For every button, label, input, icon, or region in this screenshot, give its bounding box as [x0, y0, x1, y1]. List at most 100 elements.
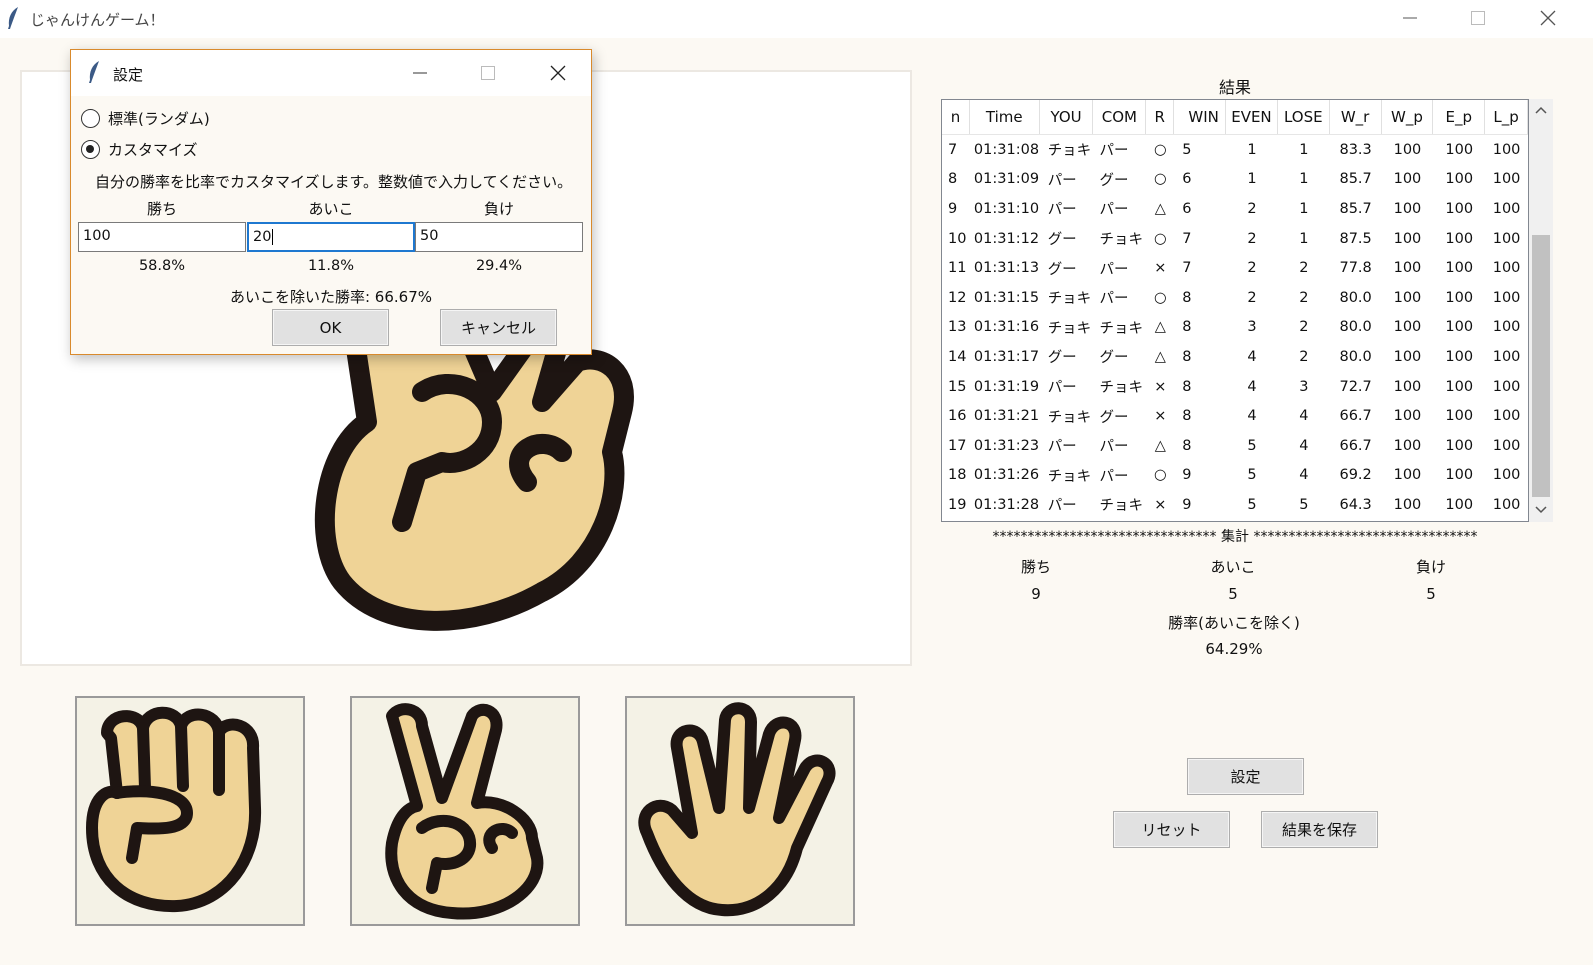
column-header[interactable]: COM	[1093, 100, 1147, 134]
table-row[interactable]: 12 01:31:15 チョキ パー ○ 8 2 2 80.0 100 100 100	[942, 283, 1528, 313]
table-cell: 100	[1492, 348, 1521, 365]
table-cell: グー	[1047, 261, 1077, 278]
table-cell: 100	[1445, 467, 1474, 484]
table-cell: 64.3	[1339, 496, 1372, 513]
even-ratio-input[interactable]: 20	[247, 222, 415, 252]
table-cell: 4	[1247, 378, 1257, 395]
results-header-row: n Time YOU COM R WIN EVEN LOSE W_r W_p E_p L_p	[942, 100, 1528, 135]
scroll-up-icon[interactable]	[1529, 101, 1553, 119]
table-row[interactable]: 16 01:31:21 チョキ グー × 8 4 4 66.7 100 100 100	[942, 401, 1528, 431]
table-cell: 1	[1247, 171, 1257, 188]
table-cell: パー	[1047, 380, 1077, 397]
win-ratio-input[interactable]: 100	[78, 222, 246, 252]
lose-ratio-input[interactable]: 50	[415, 222, 583, 252]
table-cell: チョキ	[1047, 291, 1092, 308]
cancel-button[interactable]: キャンセル	[440, 309, 557, 346]
table-cell: 83.3	[1339, 141, 1372, 158]
scroll-thumb[interactable]	[1532, 235, 1550, 497]
column-header[interactable]: E_p	[1433, 100, 1486, 134]
table-cell: 01:31:19	[973, 378, 1040, 395]
column-header[interactable]: W_r	[1330, 100, 1382, 134]
column-header[interactable]: YOU	[1040, 100, 1094, 134]
table-row[interactable]: 11 01:31:13 グー パー × 7 2 2 77.8 100 100 100	[942, 253, 1528, 283]
table-cell: 3	[1299, 378, 1309, 395]
settings-button[interactable]: 設定	[1187, 758, 1304, 795]
table-cell: 16	[948, 408, 967, 425]
table-cell: 66.7	[1339, 437, 1372, 454]
table-cell: 100	[1492, 467, 1521, 484]
scroll-down-icon[interactable]	[1529, 501, 1553, 519]
table-row[interactable]: 7 01:31:08 チョキ パー ○ 5 1 1 83.3 100 100 100	[942, 135, 1528, 165]
table-cell: 2	[1247, 260, 1257, 277]
table-cell: 8	[1182, 319, 1192, 336]
radio-custom[interactable]: カスタマイズ	[81, 139, 198, 160]
dialog-win-rate: あいこを除いた勝率: 66.67%	[229, 288, 433, 306]
column-header[interactable]: WIN	[1174, 100, 1227, 134]
rock-hand-icon	[86, 706, 262, 913]
summary-header: ******************************** 集計 ****…	[992, 529, 1478, 545]
paper-button[interactable]	[625, 696, 855, 926]
column-header[interactable]: EVEN	[1226, 100, 1278, 134]
dialog-close-button[interactable]	[535, 56, 581, 90]
radio-custom-circle[interactable]	[81, 140, 100, 159]
table-cell: 12	[948, 289, 967, 306]
table-cell: 8	[1182, 437, 1192, 454]
table-row[interactable]: 8 01:31:09 パー グー ○ 6 1 1 85.7 100 100 100	[942, 165, 1528, 195]
results-scrollbar[interactable]	[1529, 99, 1553, 522]
table-cell: △	[1154, 200, 1166, 217]
dialog-title-bar: 設定	[71, 50, 591, 96]
table-cell: 100	[1393, 230, 1422, 247]
table-row[interactable]: 18 01:31:26 チョキ パー ○ 9 5 4 69.2 100 100 100	[942, 461, 1528, 491]
rock-button[interactable]	[75, 696, 305, 926]
results-title: 結果	[1218, 78, 1251, 97]
close-button[interactable]	[1518, 0, 1578, 36]
maximize-button[interactable]	[1448, 0, 1508, 36]
table-cell: 01:31:08	[973, 141, 1040, 158]
column-header[interactable]: W_p	[1382, 100, 1434, 134]
radio-standard-circle[interactable]	[81, 109, 100, 128]
table-row[interactable]: 14 01:31:17 グー グー △ 8 4 2 80.0 100 100 100	[942, 342, 1528, 372]
table-cell: 100	[1492, 319, 1521, 336]
column-header[interactable]: L_p	[1485, 100, 1528, 134]
column-header[interactable]: LOSE	[1278, 100, 1330, 134]
column-header[interactable]: n	[942, 100, 970, 134]
table-cell: 100	[1445, 230, 1474, 247]
table-cell: 1	[1247, 141, 1257, 158]
ok-button[interactable]: OK	[272, 309, 389, 346]
minimize-button[interactable]	[1380, 0, 1440, 36]
table-cell: パー	[1047, 172, 1077, 189]
table-cell: 4	[1299, 437, 1309, 454]
table-cell: 77.8	[1339, 260, 1372, 277]
table-row[interactable]: 13 01:31:16 チョキ チョキ △ 8 3 2 80.0 100 100 100	[942, 313, 1528, 343]
table-row[interactable]: 19 01:31:28 パー チョキ × 9 5 5 64.3 100 100 100	[942, 490, 1528, 520]
summary-rate-label: 勝率(あいこを除く)	[1168, 614, 1300, 632]
table-cell: 1	[1299, 171, 1309, 188]
save-results-button[interactable]: 結果を保存	[1261, 811, 1378, 848]
radio-standard[interactable]: 標準(ランダム)	[81, 108, 210, 129]
table-row[interactable]: 10 01:31:12 グー チョキ ○ 7 2 1 87.5 100 100 100	[942, 224, 1528, 254]
scissors-button[interactable]	[350, 696, 580, 926]
summary-even-value: 5	[1228, 585, 1238, 603]
table-row[interactable]: 15 01:31:19 パー チョキ × 8 4 3 72.7 100 100 100	[942, 372, 1528, 402]
table-row[interactable]: 17 01:31:23 パー パー △ 8 5 4 66.7 100 100 100	[942, 431, 1528, 461]
table-cell: パー	[1099, 439, 1129, 456]
dialog-maximize-button[interactable]	[465, 56, 511, 90]
reset-button[interactable]: リセット	[1113, 811, 1230, 848]
table-cell: 100	[1393, 348, 1422, 365]
table-cell: グー	[1047, 350, 1077, 367]
column-header[interactable]: Time	[970, 100, 1040, 134]
column-header[interactable]: R	[1146, 100, 1175, 134]
radio-custom-label: カスタマイズ	[108, 141, 198, 159]
dialog-minimize-button[interactable]	[397, 56, 443, 90]
table-cell: 100	[1445, 200, 1474, 217]
table-cell: 10	[948, 230, 967, 247]
table-cell: 19	[948, 496, 967, 513]
table-cell: 4	[1299, 408, 1309, 425]
table-cell: 2	[1299, 348, 1309, 365]
minimize-icon	[1403, 17, 1417, 19]
table-row[interactable]: 9 01:31:10 パー パー △ 6 2 1 85.7 100 100 100	[942, 194, 1528, 224]
results-table[interactable]: n Time YOU COM R WIN EVEN LOSE W_r W_p E_p L_p 7 01:…	[941, 99, 1529, 522]
table-cell: パー	[1099, 291, 1129, 308]
table-cell: 100	[1492, 289, 1521, 306]
table-cell: 100	[1445, 378, 1474, 395]
